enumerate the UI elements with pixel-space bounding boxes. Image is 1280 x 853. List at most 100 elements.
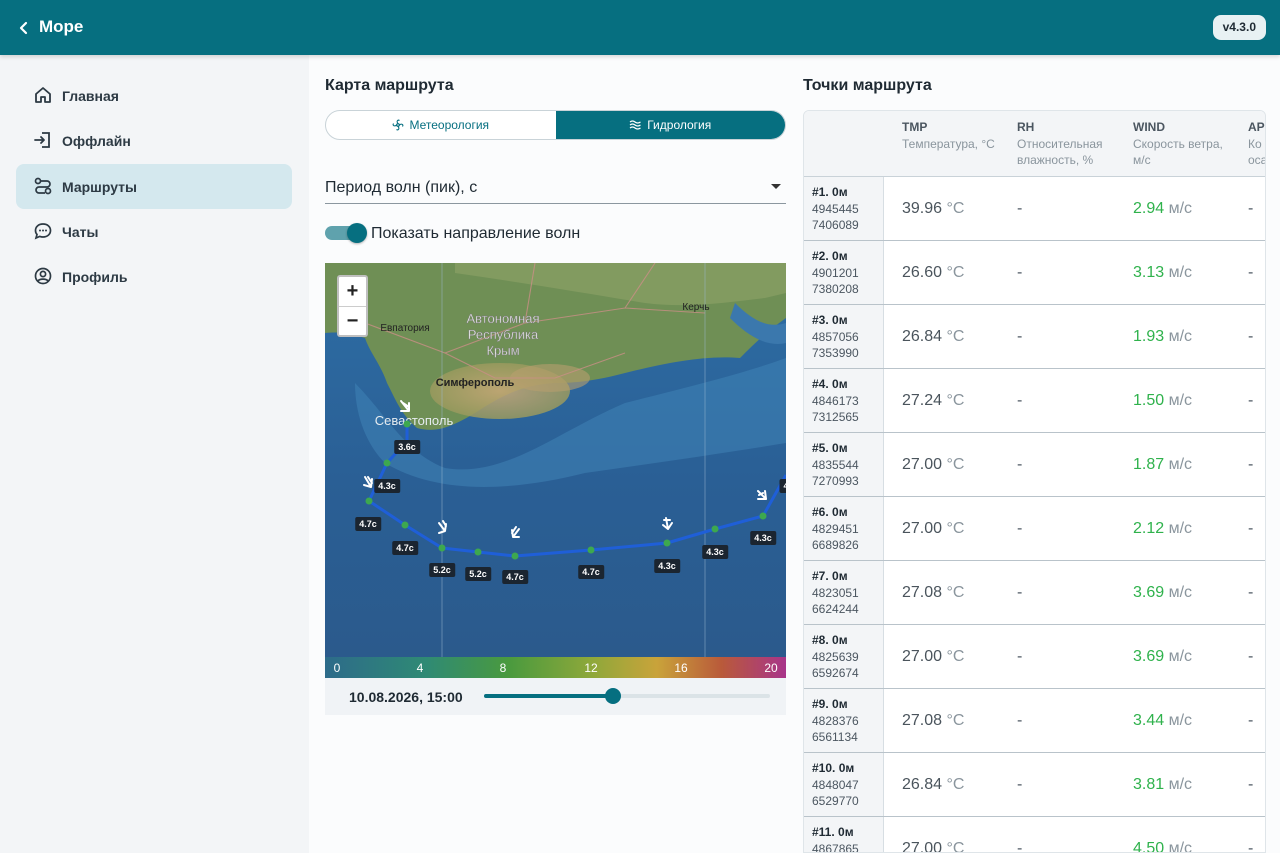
table-row[interactable]: #2. 0м 4901201 7380208 26.60 °C - 3.13 м/с - (804, 241, 1265, 305)
table-row[interactable]: #11. 0м 4867865 27.00 °C - 4.50 м/с - (804, 817, 1265, 853)
tmp-unit: °C (946, 648, 965, 665)
route-point (365, 497, 373, 505)
point-coord-1: 4945445 (812, 202, 859, 216)
timeline-slider[interactable] (484, 688, 770, 704)
row-header: #5. 0м 4835544 7270993 (804, 433, 884, 496)
route-point (383, 459, 391, 467)
table-row[interactable]: #1. 0м 4945445 7406089 39.96 °C - 2.94 м/с - (804, 177, 1265, 241)
wave-period-label: 4.3с (750, 531, 776, 545)
table-row[interactable]: #10. 0м 4848047 6529770 26.84 °C - 3.81 м/с - (804, 753, 1265, 817)
point-title: #1. 0м (812, 185, 848, 199)
tmp-value: 26.84 (902, 776, 943, 793)
sidebar-item-home[interactable]: Главная (16, 73, 292, 118)
map-label-city-west: Евпатория (380, 323, 429, 334)
route-point (401, 521, 409, 529)
slider-thumb[interactable] (605, 688, 621, 704)
wind-cell: 3.81 м/с (1133, 776, 1192, 794)
data-type-tabs: Метеорология Гидрология (325, 110, 786, 140)
map-section-title: Карта маршрута (325, 77, 454, 94)
table-row[interactable]: #8. 0м 4825639 6592674 27.00 °C - 3.69 м/с - (804, 625, 1265, 689)
table-row[interactable]: #5. 0м 4835544 7270993 27.00 °C - 1.87 м/с - (804, 433, 1265, 497)
app-title: Море (39, 17, 84, 36)
route-point (474, 548, 482, 556)
back-button[interactable] (12, 14, 36, 42)
ap-cell: - (1248, 776, 1254, 793)
point-title: #7. 0м (812, 569, 848, 583)
rh-cell: - (1017, 648, 1023, 665)
table-row[interactable]: #7. 0м 4823051 6624244 27.08 °C - 3.69 м/с - (804, 561, 1265, 625)
wave-direction-label: Показать направление волн (371, 225, 581, 242)
route-map[interactable]: Автономная Республика Крым Симферополь Е… (325, 263, 786, 657)
table-row[interactable]: #9. 0м 4828376 6561134 27.08 °C - 3.44 м/с - (804, 689, 1265, 753)
tmp-cell: 26.60 °C (902, 264, 964, 282)
sidebar-item-routes[interactable]: Маршруты (16, 164, 292, 209)
tmp-cell: 27.24 °C (902, 392, 964, 410)
wave-period-label: 4.3с (702, 545, 728, 559)
wind-unit: м/с (1168, 840, 1193, 853)
wind-value: 3.81 (1133, 776, 1165, 793)
point-coord-1: 4825639 (812, 650, 859, 664)
wind-cell: 2.94 м/с (1133, 200, 1192, 218)
map-label-city-port: Севастополь (375, 413, 454, 428)
color-scale-legend: 0 4 8 12 16 20 (325, 657, 786, 678)
sidebar-item-chats[interactable]: Чаты (16, 209, 292, 254)
zoom-in-button[interactable]: + (339, 277, 366, 306)
tab-hydrology[interactable]: Гидрология (555, 111, 785, 139)
time-control: 10.08.2026, 15:00 (325, 678, 786, 715)
login-icon (34, 132, 50, 148)
row-header: #2. 0м 4901201 7380208 (804, 241, 884, 304)
parameter-select[interactable]: Период волн (пик), с (325, 171, 786, 204)
column-code: RH (1017, 120, 1035, 134)
column-desc: Ко оса (1248, 137, 1266, 167)
zoom-out-button[interactable]: − (339, 306, 366, 335)
wave-period-label: 3.6с (394, 440, 420, 454)
point-coord-1: 4901201 (812, 266, 859, 280)
scale-tick: 4 (416, 661, 424, 675)
zoom-control: + − (337, 275, 368, 337)
map-label-city-main: Симферополь (436, 377, 515, 389)
tmp-value: 27.08 (902, 712, 943, 729)
chevron-left-icon (19, 21, 28, 35)
sidebar-item-label: Маршруты (62, 178, 137, 195)
point-coord-1: 4848047 (812, 778, 859, 792)
tmp-cell: 27.00 °C (902, 840, 964, 852)
ap-cell: - (1248, 264, 1254, 281)
rh-cell: - (1017, 520, 1023, 537)
point-coord-2: 7353990 (812, 346, 859, 360)
wind-cell: 3.69 м/с (1133, 648, 1192, 666)
column-desc: Скорость ветра, м/с (1133, 137, 1223, 167)
sidebar-item-offline[interactable]: Оффлайн (16, 118, 292, 163)
map-label-city-east: Керчь (682, 302, 709, 313)
tmp-cell: 27.00 °C (902, 456, 964, 474)
tmp-cell: 26.84 °C (902, 776, 964, 794)
table-row[interactable]: #3. 0м 4857056 7353990 26.84 °C - 1.93 м/с - (804, 305, 1265, 369)
wave-period-label: 5.2с (429, 563, 455, 577)
row-header: #10. 0м 4848047 6529770 (804, 753, 884, 816)
wave-direction-toggle[interactable] (325, 223, 367, 243)
point-title: #5. 0м (812, 441, 848, 455)
table-row[interactable]: #6. 0м 4829451 6689826 27.00 °C - 2.12 м/с - (804, 497, 1265, 561)
rh-cell: - (1017, 584, 1023, 601)
rh-cell: - (1017, 712, 1023, 729)
point-title: #11. 0м (812, 825, 854, 839)
map-label-region: Автономная (466, 311, 539, 326)
tmp-unit: °C (946, 328, 965, 345)
sidebar-item-profile[interactable]: Профиль (16, 254, 292, 299)
row-header: #8. 0м 4825639 6592674 (804, 625, 884, 688)
tab-meteorology[interactable]: Метеорология (326, 111, 556, 139)
point-coord-2: 7406089 (812, 218, 859, 232)
tab-label: Гидрология (647, 118, 712, 132)
point-coord-1: 4857056 (812, 330, 859, 344)
tmp-cell: 27.08 °C (902, 712, 964, 730)
wind-unit: м/с (1168, 520, 1193, 537)
row-header: #1. 0м 4945445 7406089 (804, 177, 884, 240)
ap-cell: - (1248, 712, 1254, 729)
route-point (438, 544, 446, 552)
table-row[interactable]: #4. 0м 4846173 7312565 27.24 °C - 1.50 м/с - (804, 369, 1265, 433)
wind-unit: м/с (1168, 776, 1193, 793)
wind-unit: м/с (1168, 328, 1193, 345)
scale-tick: 0 (333, 661, 341, 675)
tmp-unit: °C (946, 776, 965, 793)
wind-cell: 3.69 м/с (1133, 584, 1192, 602)
wind-cell: 1.87 м/с (1133, 456, 1192, 474)
